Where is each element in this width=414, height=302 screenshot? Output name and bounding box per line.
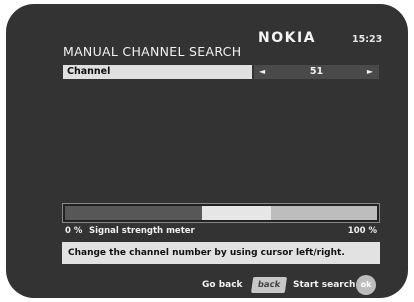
signal-meter-labels: 0 % Signal strength meter 100 %: [63, 226, 379, 238]
start-search-label: Start search: [293, 280, 356, 290]
signal-meter-name: Signal strength meter: [89, 226, 195, 236]
channel-number: 51: [309, 66, 324, 77]
back-button[interactable]: back: [251, 277, 287, 293]
clock: 15:23: [352, 34, 383, 45]
ok-button[interactable]: ok: [356, 275, 376, 295]
signal-meter-max: 100 %: [347, 226, 377, 236]
chevron-right-icon[interactable]: ►: [367, 65, 373, 79]
hint-text: Change the channel number by using curso…: [62, 242, 380, 264]
signal-meter-track: [65, 206, 377, 220]
signal-meter-fill-secondary: [202, 206, 271, 220]
signal-meter-fill: [65, 206, 203, 220]
channel-selector[interactable]: ◄ 51 ►: [254, 65, 379, 79]
channel-label: Channel: [63, 65, 252, 79]
tv-screen: MANUAL CHANNEL SEARCH NOKIA 15:23 Channe…: [6, 4, 408, 298]
page-title: MANUAL CHANNEL SEARCH: [63, 44, 242, 59]
brand-logo: NOKIA: [258, 30, 317, 46]
go-back-label: Go back: [202, 280, 243, 290]
channel-row[interactable]: Channel ◄ 51 ►: [63, 65, 379, 79]
signal-meter-min: 0 %: [65, 226, 83, 236]
signal-strength-meter: [62, 203, 380, 223]
